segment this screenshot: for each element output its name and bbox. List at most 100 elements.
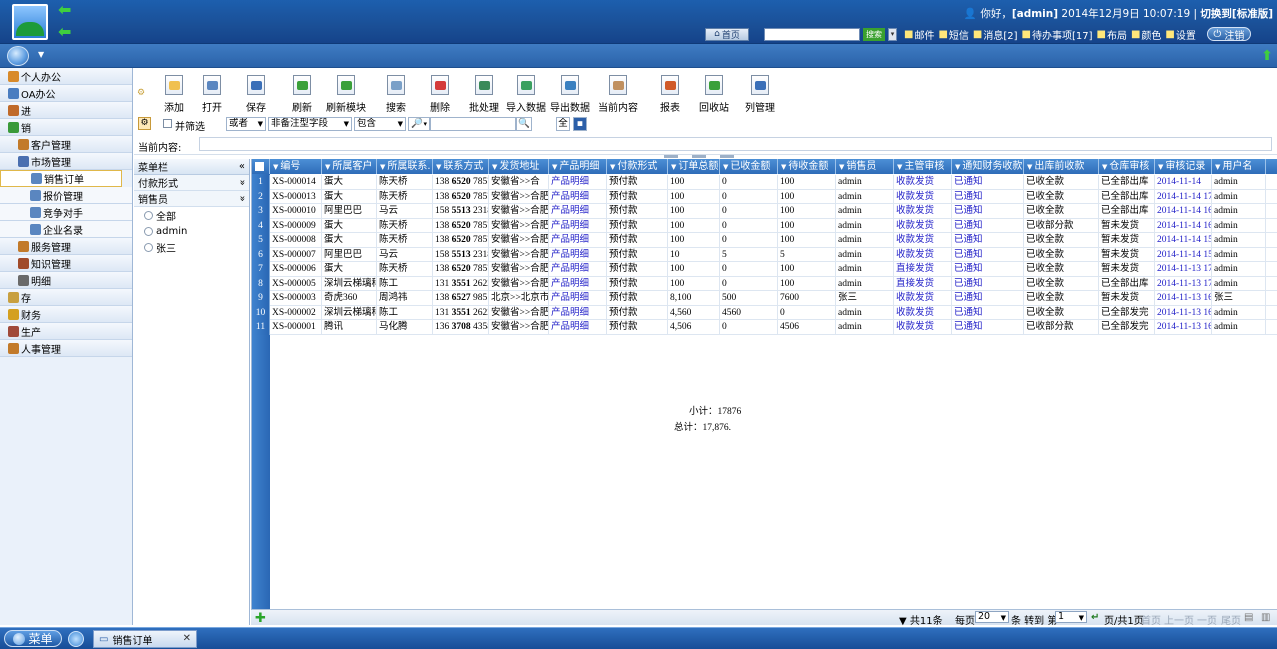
list-view-icon[interactable]: ▥ [1261, 612, 1270, 623]
sidebar-item-8[interactable]: 竞争对手 [0, 204, 132, 221]
first-page-link[interactable]: 首页 [1141, 612, 1161, 627]
table-row[interactable]: 9XS-000003奇虎360周鸿祎138 6527 9851北京>>北京市产品… [252, 291, 1277, 306]
column-header-10[interactable]: ▼ 销售员 [836, 159, 894, 174]
sidebar-item-10[interactable]: 服务管理 [0, 238, 132, 255]
top-link-1[interactable]: ■ 短信 [938, 27, 968, 42]
chevron-down-icon[interactable]: ▼ [897, 163, 902, 171]
sidebar-item-12[interactable]: 明细 [0, 272, 132, 289]
cell-产品明细[interactable]: 产品明细 [549, 305, 607, 320]
select-all-checkbox[interactable] [252, 159, 270, 174]
cell-通知财务收款[interactable]: 已通知 [952, 320, 1024, 335]
top-link-3[interactable]: ■ 待办事项[17] [1022, 27, 1093, 42]
chevron-down-icon[interactable]: ▼ [1102, 163, 1107, 171]
radio-button[interactable] [144, 242, 153, 252]
toolbar-button-5[interactable]: 搜索 [386, 74, 406, 114]
sidebar-item-9[interactable]: 企业名录 [0, 221, 132, 238]
sidebar-item-11[interactable]: 知识管理 [0, 255, 132, 272]
table-row[interactable]: 1XS-000014蛋大陈天桥138 6520 7857安徽省>>合产品明细预付… [252, 175, 1277, 190]
start-menu-button[interactable]: 菜单 [4, 630, 62, 647]
top-link-4[interactable]: ■ 布局 [1097, 27, 1127, 42]
cell-主管审核[interactable]: 收款发货 [894, 320, 952, 335]
cell-主管审核[interactable]: 直接发货 [894, 262, 952, 277]
cell-审核记录[interactable]: 2014-11-13 16: [1155, 320, 1212, 335]
cell-主管审核[interactable]: 收款发货 [894, 233, 952, 248]
cell-主管审核[interactable]: 收款发货 [894, 175, 952, 190]
cell-通知财务收款[interactable]: 已通知 [952, 247, 1024, 262]
tree-section-0[interactable]: 付款形式 » [134, 175, 249, 191]
cell-通知财务收款[interactable]: 已通知 [952, 233, 1024, 248]
cell-主管审核[interactable]: 收款发货 [894, 204, 952, 219]
cell-主管审核[interactable]: 收款发货 [894, 291, 952, 306]
cell-产品明细[interactable]: 产品明细 [549, 276, 607, 291]
logout-button[interactable]: ⏻ 注销 [1206, 27, 1251, 42]
chevron-down-icon[interactable]: ▼ [1215, 163, 1220, 171]
logic-select[interactable]: 或者 ▼ [226, 117, 266, 131]
filter-toggle-icon[interactable]: ⚙ [138, 117, 151, 130]
chevron-down-icon[interactable]: ▼ [436, 163, 441, 171]
cell-通知财务收款[interactable]: 已通知 [952, 305, 1024, 320]
cell-产品明细[interactable]: 产品明细 [549, 218, 607, 233]
cell-审核记录[interactable]: 2014-11-13 17: [1155, 276, 1212, 291]
grid-view-icon[interactable]: ▤ [1244, 612, 1253, 623]
sidebar-item-0[interactable]: 个人办公 [0, 68, 132, 85]
cell-主管审核[interactable]: 直接发货 [894, 276, 952, 291]
radio-button[interactable] [144, 210, 153, 220]
top-link-0[interactable]: ■ 邮件 [904, 27, 934, 42]
cell-通知财务收款[interactable]: 已通知 [952, 204, 1024, 219]
cell-通知财务收款[interactable]: 已通知 [952, 175, 1024, 190]
field-select[interactable]: 非备注型字段 ▼ [268, 117, 352, 131]
top-search-input[interactable] [764, 27, 860, 41]
browser-icon[interactable] [68, 631, 84, 647]
chevron-down-icon[interactable]: ▼ [273, 163, 278, 171]
cell-产品明细[interactable]: 产品明细 [549, 291, 607, 306]
home-button[interactable]: ⌂ 首页 [705, 27, 749, 41]
cell-主管审核[interactable]: 收款发货 [894, 189, 952, 204]
cell-通知财务收款[interactable]: 已通知 [952, 262, 1024, 277]
sidebar-item-2[interactable]: 进 [0, 102, 132, 119]
column-header-11[interactable]: ▼ 主管审核 [894, 159, 952, 174]
table-row[interactable]: 3XS-000010阿里巴巴马云158 5513 2318安徽省>>合肥产品明细… [252, 204, 1277, 219]
toolbar-button-8[interactable]: 导入数据 [506, 74, 546, 114]
select-all-icon[interactable]: 全 [556, 117, 570, 131]
cell-审核记录[interactable]: 2014-11-14 15: [1155, 247, 1212, 262]
toolbar-button-9[interactable]: 导出数据 [550, 74, 590, 114]
cell-产品明细[interactable]: 产品明细 [549, 247, 607, 262]
tree-option-0[interactable]: 全部 [134, 207, 249, 223]
toolbar-button-7[interactable]: 批处理 [469, 74, 499, 114]
column-header-12[interactable]: ▼ 通知财务收款 [952, 159, 1024, 174]
cell-主管审核[interactable]: 收款发货 [894, 247, 952, 262]
cell-通知财务收款[interactable]: 已通知 [952, 189, 1024, 204]
cell-审核记录[interactable]: 2014-11-13 17: [1155, 262, 1212, 277]
sidebar-item-13[interactable]: 存 [0, 289, 132, 306]
sidebar-item-7[interactable]: 报价管理 [0, 187, 132, 204]
cell-产品明细[interactable]: 产品明细 [549, 262, 607, 277]
chevron-down-icon[interactable]: ▼ [1158, 163, 1163, 171]
chevron-down-icon[interactable]: ▼ [492, 163, 497, 171]
radio-button[interactable] [144, 226, 153, 236]
toolbar-settings-icon[interactable]: ⚙ [137, 88, 145, 98]
column-header-0[interactable]: ▼ 编号 [270, 159, 322, 174]
task-tab-sales-order[interactable]: ▭ 销售订单 ✕ [93, 630, 197, 648]
sidebar-item-4[interactable]: 客户管理 [0, 136, 132, 153]
sidebar-item-5[interactable]: 市场管理 [0, 153, 132, 170]
switch-edition-link[interactable]: 切换到[标准版] [1200, 8, 1273, 20]
toolbar-button-0[interactable]: 添加 [164, 74, 184, 114]
toolbar-button-3[interactable]: 刷新 [292, 74, 312, 114]
cell-产品明细[interactable]: 产品明细 [549, 320, 607, 335]
chevron-down-icon[interactable]: ▼ [552, 163, 557, 171]
save-filter-icon[interactable]: ▪ [573, 117, 587, 131]
column-header-13[interactable]: ▼ 出库前收款 [1024, 159, 1099, 174]
sidebar-item-6[interactable]: 销售订单 [0, 170, 122, 187]
toolbar-button-13[interactable]: 列管理 [745, 74, 775, 114]
last-page-link[interactable]: 尾页 [1221, 612, 1241, 627]
top-link-5[interactable]: ■ 颜色 [1131, 27, 1161, 42]
back-arrow-alt-icon[interactable]: ⬅ [58, 22, 71, 41]
goto-page-icon[interactable]: ↵ [1091, 612, 1099, 623]
column-header-1[interactable]: ▼ 所属客户 [322, 159, 377, 174]
cell-主管审核[interactable]: 收款发货 [894, 305, 952, 320]
toolbar-button-4[interactable]: 刷新模块 [326, 74, 366, 114]
cell-通知财务收款[interactable]: 已通知 [952, 276, 1024, 291]
table-row[interactable]: 2XS-000013蛋大陈天桥138 6520 7857安徽省>>合肥产品明细预… [252, 189, 1277, 204]
chevron-down-icon[interactable]: ▼ [955, 163, 960, 171]
prev-page-link[interactable]: 上一页 [1164, 612, 1194, 627]
